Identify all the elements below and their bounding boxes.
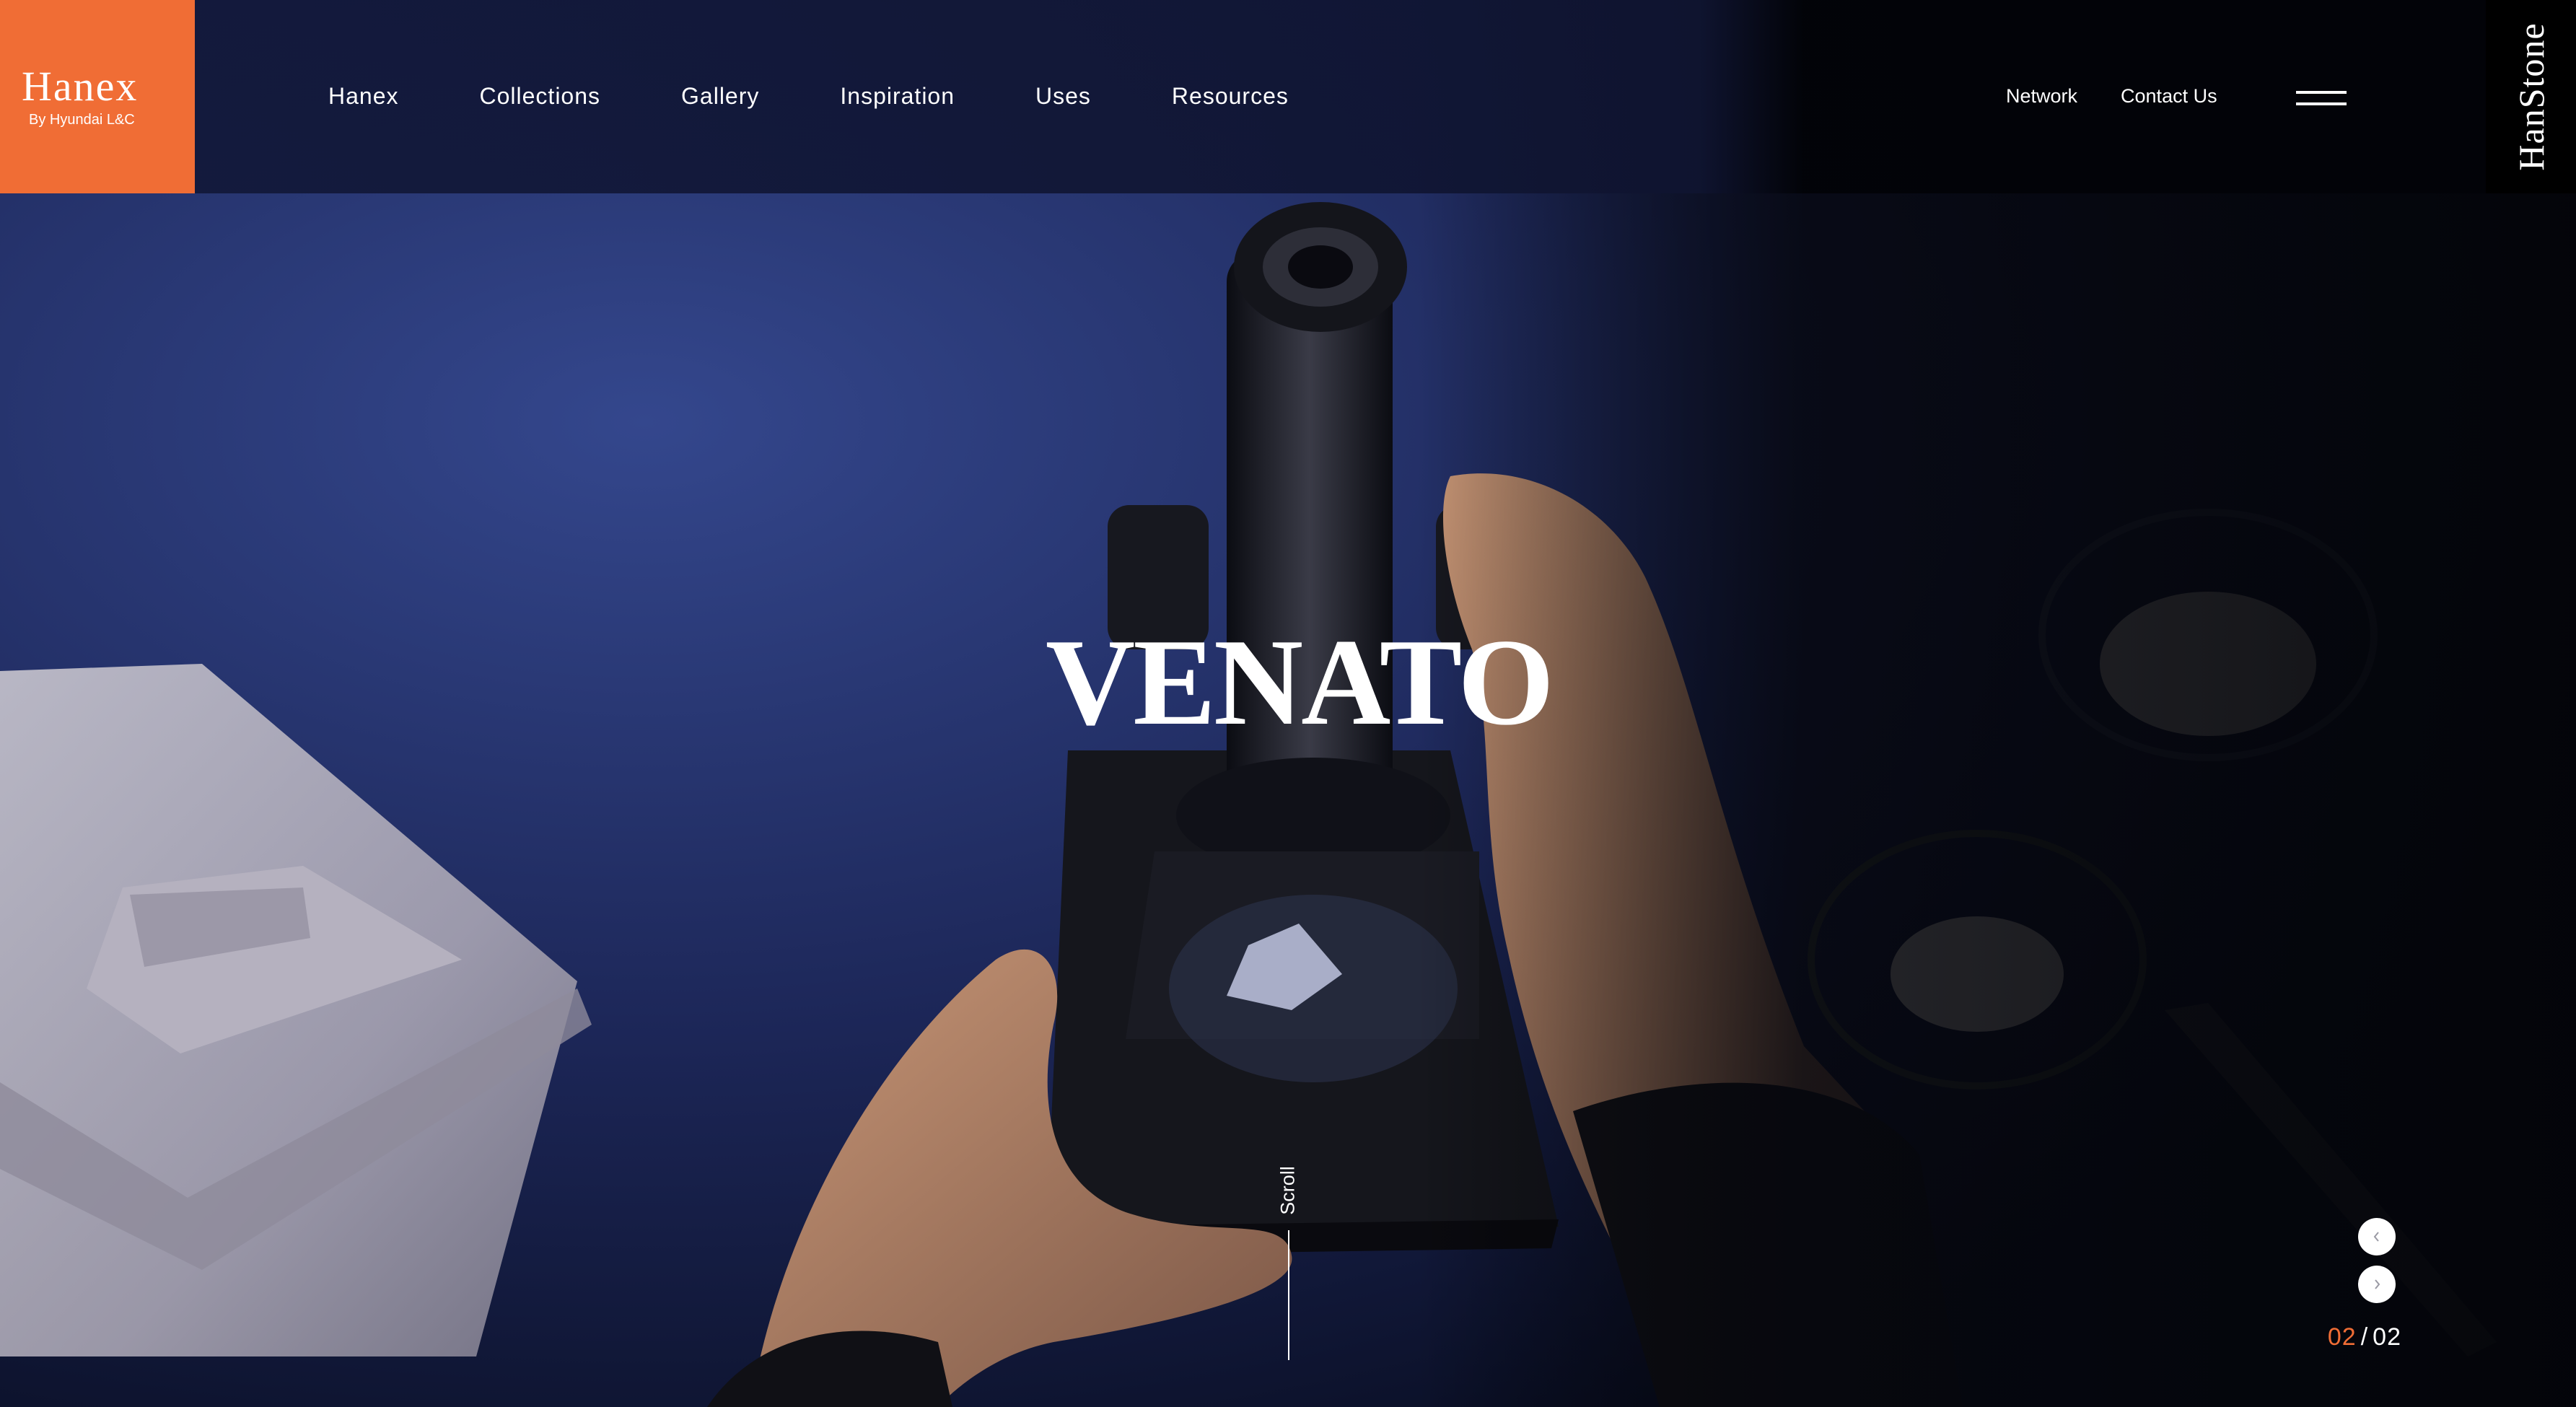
hanstone-label: HanStone xyxy=(2510,22,2551,171)
menu-bar-top xyxy=(2296,91,2347,94)
brand-logo[interactable]: Hanex By Hyundai L&C xyxy=(0,0,195,193)
chevron-left-icon xyxy=(2373,1232,2379,1242)
contact-us-link[interactable]: Contact Us xyxy=(2121,85,2217,108)
nav-item-collections[interactable]: Collections xyxy=(480,83,601,110)
scroll-indicator[interactable]: Scroll xyxy=(1259,1158,1317,1360)
menu-bar-bottom xyxy=(2296,102,2347,105)
slider-prev-button[interactable] xyxy=(2358,1218,2396,1255)
slider-next-button[interactable] xyxy=(2358,1266,2396,1303)
nav-item-uses[interactable]: Uses xyxy=(1035,83,1091,110)
hero-title: VENATO xyxy=(1046,614,1554,751)
nav-item-hanex[interactable]: Hanex xyxy=(328,83,399,110)
slide-current: 02 xyxy=(2327,1323,2357,1351)
nav-item-gallery[interactable]: Gallery xyxy=(681,83,759,110)
nav-item-inspiration[interactable]: Inspiration xyxy=(840,83,955,110)
scroll-label: Scroll xyxy=(1276,1166,1299,1215)
logo-subtitle: By Hyundai L&C xyxy=(29,111,135,128)
scroll-line xyxy=(1288,1230,1289,1360)
slide-counter: 02/02 xyxy=(2308,1323,2401,1351)
nav-item-resources[interactable]: Resources xyxy=(1172,83,1289,110)
site-header: Hanex By Hyundai L&C Hanex Collections G… xyxy=(0,0,2576,193)
hamburger-menu-icon[interactable] xyxy=(2296,87,2347,111)
slide-separator: / xyxy=(2360,1323,2369,1351)
slide-total: 02 xyxy=(2373,1323,2401,1351)
chevron-right-icon xyxy=(2375,1279,2380,1289)
utility-navigation: Network Contact Us xyxy=(2006,82,2261,110)
page: Hanex By Hyundai L&C Hanex Collections G… xyxy=(0,0,2576,1407)
logo-wordmark: Hanex xyxy=(22,62,139,110)
network-link[interactable]: Network xyxy=(2006,85,2077,108)
main-navigation: Hanex Collections Gallery Inspiration Us… xyxy=(328,79,1370,113)
hanstone-side-tab[interactable]: HanStone xyxy=(2486,0,2576,193)
